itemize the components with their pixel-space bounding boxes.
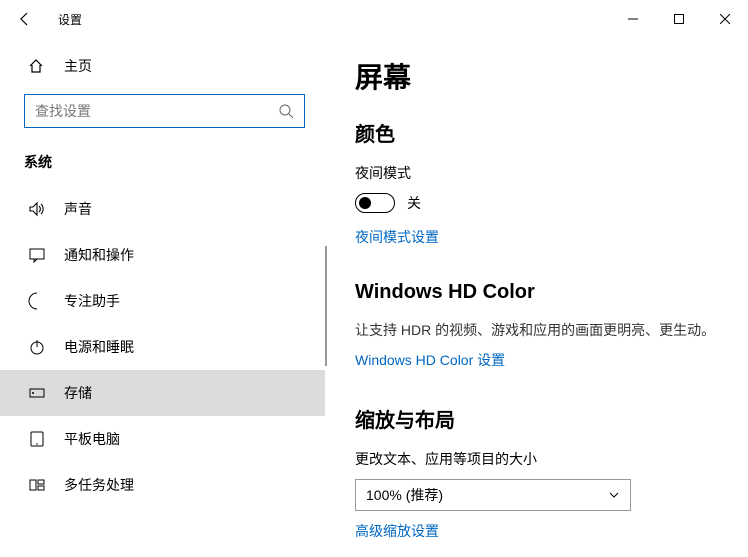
sidebar-item-label: 多任务处理 xyxy=(64,475,134,495)
sidebar-item-label: 电源和睡眠 xyxy=(64,337,134,357)
content-area: 屏幕 颜色 夜间模式 关 夜间模式设置 Windows HD Color 让支持… xyxy=(325,38,748,557)
window-title: 设置 xyxy=(58,11,82,28)
storage-icon xyxy=(28,384,48,402)
color-heading: 颜色 xyxy=(355,118,718,147)
maximize-button[interactable] xyxy=(656,3,702,35)
sidebar-item-sound[interactable]: 声音 xyxy=(0,186,325,232)
night-mode-label: 夜间模式 xyxy=(355,163,718,183)
tablet-icon xyxy=(28,430,48,448)
sidebar-item-label: 存储 xyxy=(64,383,92,403)
titlebar: 设置 xyxy=(0,0,748,38)
focus-icon xyxy=(28,292,48,310)
scale-value: 100% (推荐) xyxy=(366,485,443,505)
hd-color-settings-link[interactable]: Windows HD Color 设置 xyxy=(355,350,505,370)
notifications-icon xyxy=(28,246,48,264)
sidebar-item-tablet[interactable]: 平板电脑 xyxy=(0,416,325,462)
home-label: 主页 xyxy=(64,56,92,76)
sidebar-item-storage[interactable]: 存储 xyxy=(0,370,325,416)
scrollbar[interactable] xyxy=(325,246,327,366)
scale-label: 更改文本、应用等项目的大小 xyxy=(355,449,718,469)
scale-heading: 缩放与布局 xyxy=(355,404,718,433)
window-controls xyxy=(610,3,748,35)
night-mode-settings-link[interactable]: 夜间模式设置 xyxy=(355,227,439,247)
page-title: 屏幕 xyxy=(355,56,718,96)
search-input[interactable] xyxy=(35,103,278,119)
multitask-icon xyxy=(28,476,48,494)
search-box[interactable] xyxy=(24,94,305,128)
close-button[interactable] xyxy=(702,3,748,35)
hd-color-heading: Windows HD Color xyxy=(355,281,718,304)
sidebar-item-label: 声音 xyxy=(64,199,92,219)
sidebar-item-label: 通知和操作 xyxy=(64,245,134,265)
scale-dropdown[interactable]: 100% (推荐) xyxy=(355,479,631,511)
sidebar-item-focus[interactable]: 专注助手 xyxy=(0,278,325,324)
home-button[interactable]: 主页 xyxy=(0,48,325,84)
chevron-down-icon xyxy=(608,489,620,501)
sidebar-item-label: 平板电脑 xyxy=(64,429,120,449)
sidebar-item-notifications[interactable]: 通知和操作 xyxy=(0,232,325,278)
sidebar-item-label: 专注助手 xyxy=(64,291,120,311)
back-button[interactable] xyxy=(10,4,40,34)
home-icon xyxy=(28,58,48,74)
sidebar-item-multitask[interactable]: 多任务处理 xyxy=(0,462,325,508)
night-mode-toggle[interactable] xyxy=(355,193,395,213)
sound-icon xyxy=(28,200,48,218)
search-icon xyxy=(278,103,294,119)
power-icon xyxy=(28,338,48,356)
sidebar-section-label: 系统 xyxy=(0,144,325,186)
sidebar-item-power[interactable]: 电源和睡眠 xyxy=(0,324,325,370)
minimize-button[interactable] xyxy=(610,3,656,35)
toggle-state-label: 关 xyxy=(407,193,421,213)
advanced-scale-link[interactable]: 高级缩放设置 xyxy=(355,521,439,541)
hd-color-desc: 让支持 HDR 的视频、游戏和应用的画面更明亮、更生动。 xyxy=(355,320,718,340)
sidebar: 主页 系统 声音 通知和操作 xyxy=(0,38,325,557)
